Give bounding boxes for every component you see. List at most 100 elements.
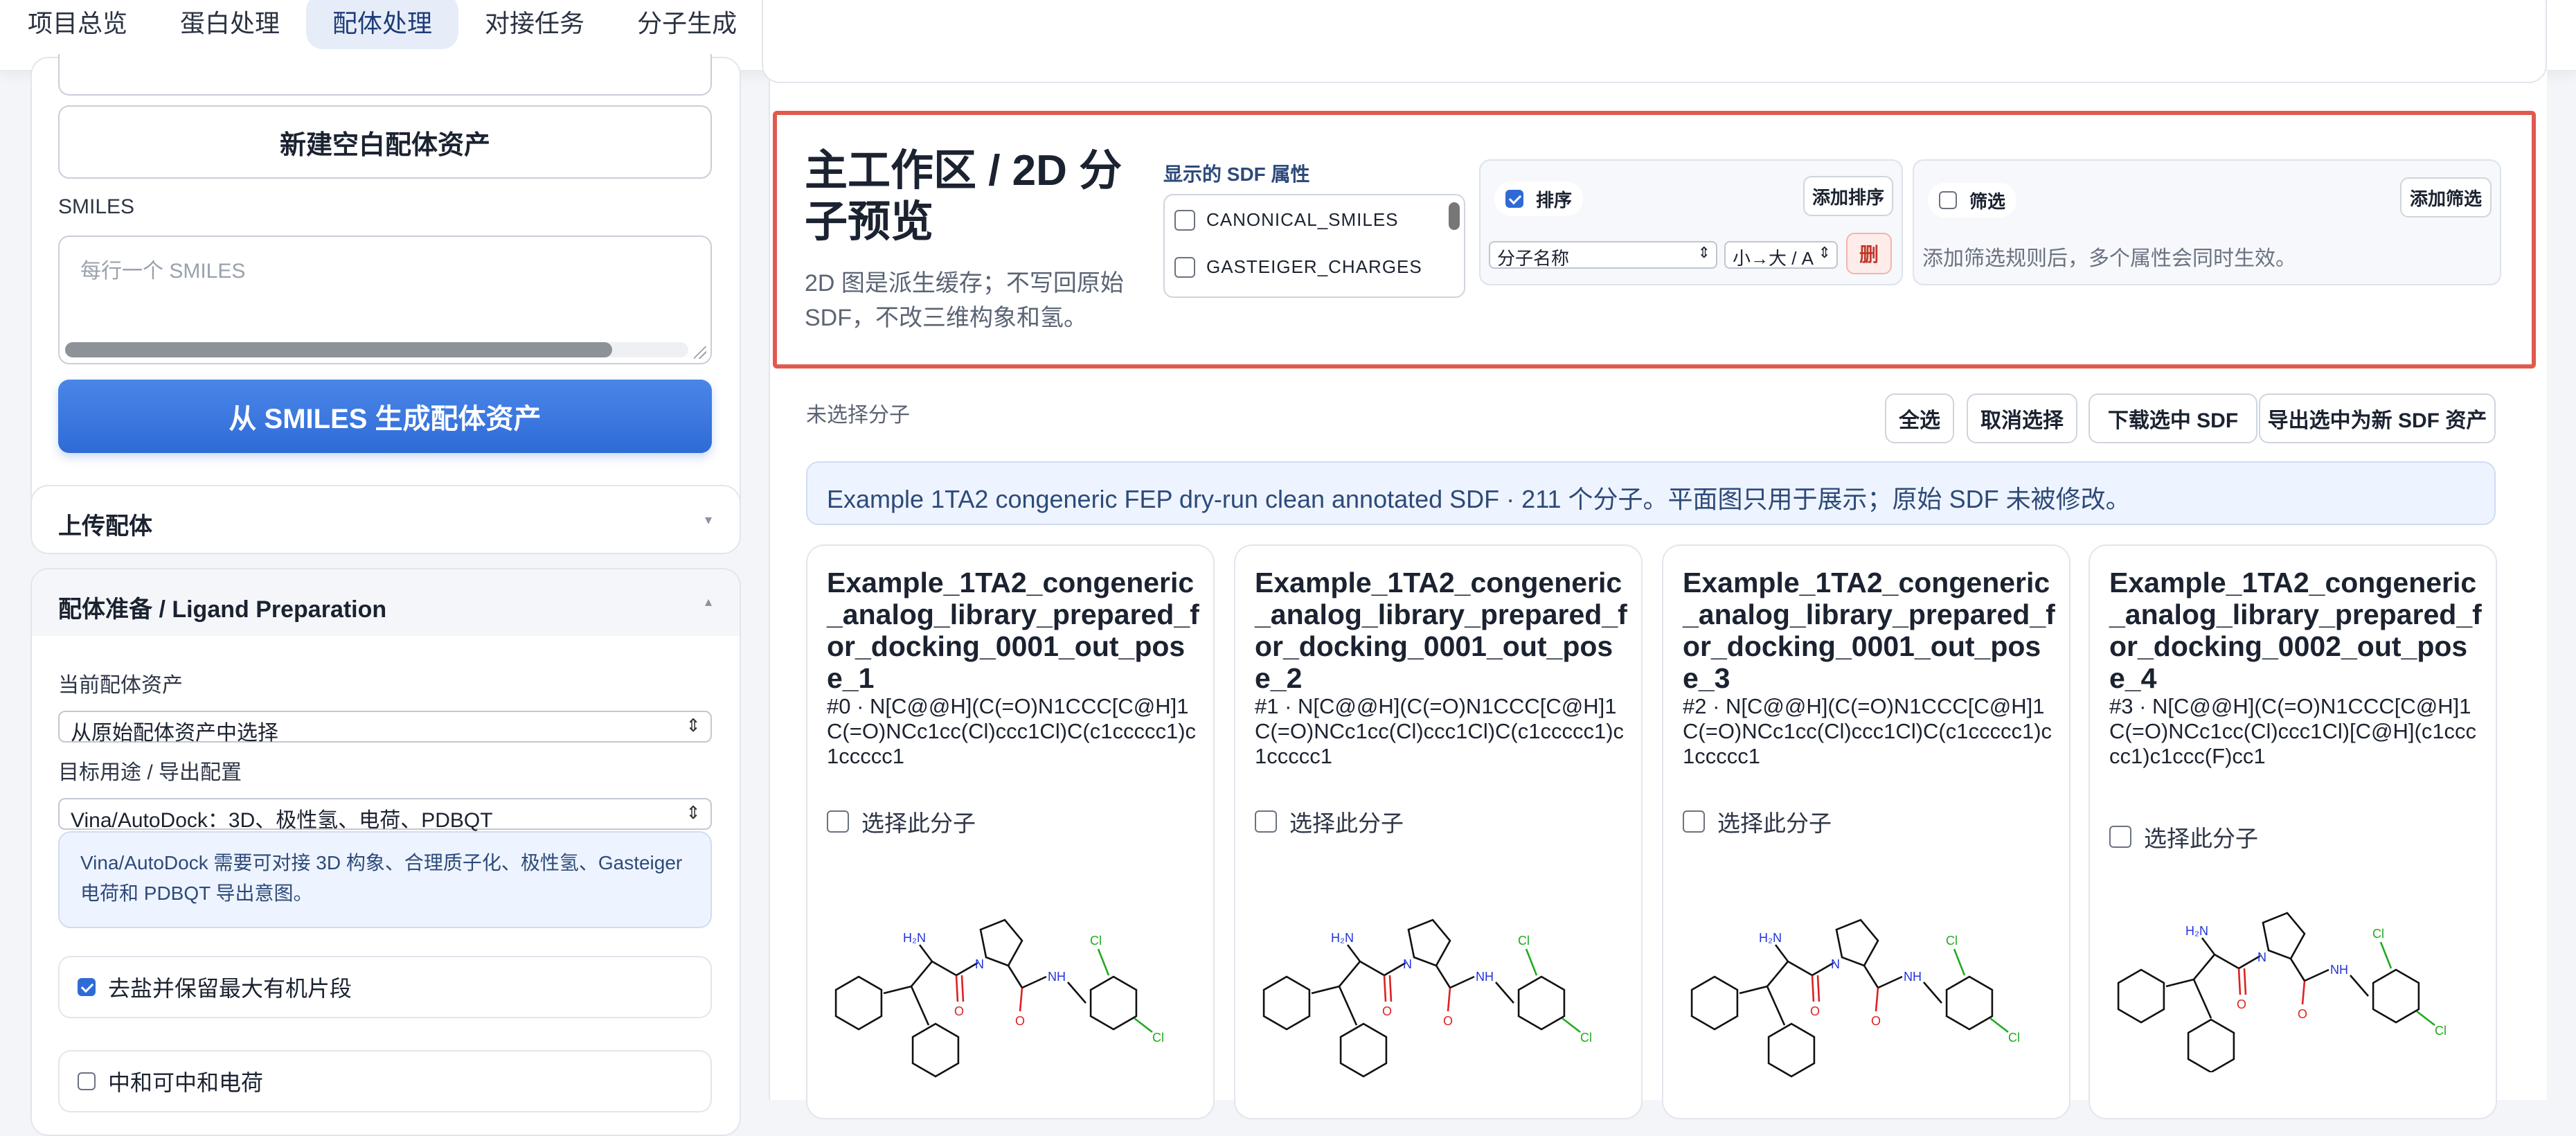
chlorine-label: Cl <box>2435 1024 2447 1038</box>
molecule-card[interactable]: Example_1TA2_congeneric_analog_library_p… <box>1234 544 1643 1119</box>
oxygen-label: O <box>1015 1014 1025 1028</box>
select-all-button[interactable]: 全选 <box>1885 393 1954 443</box>
workspace-header: 主工作区 / 2D 分子预览 2D 图是派生缓存；不写回原始 SDF，不改三维构… <box>773 111 2536 369</box>
oxygen-label: O <box>1443 1014 1453 1028</box>
current-asset-select[interactable]: 从原始配体资产中选择 ⇕ <box>58 711 712 745</box>
target-info-box: Vina/AutoDock 需要可对接 3D 构象、合理质子化、极性氢、Gast… <box>58 831 712 928</box>
export-selected-button[interactable]: 导出选中为新 SDF 资产 <box>2259 393 2496 443</box>
chlorine-label: Cl <box>2008 1031 2020 1045</box>
amine-label: H₂N <box>903 931 926 945</box>
molecule-name: Example_1TA2_congeneric_analog_library_p… <box>827 567 1199 694</box>
filter-hint: 添加筛选规则后，多个属性会同时生效。 <box>1922 247 2296 270</box>
amide-nh-label: NH <box>1048 970 1066 984</box>
tab-0[interactable]: 项目总览 <box>0 0 154 49</box>
molecule-smiles: #3 · N[C@@H](C(=O)N1CCC[C@H]1C(=O)NCc1cc… <box>2109 694 2477 768</box>
tab-1[interactable]: 蛋白处理 <box>154 0 306 49</box>
molecule-smiles: #1 · N[C@@H](C(=O)N1CCC[C@H]1C(=O)NCc1cc… <box>1255 694 1625 768</box>
desalt-label: 去盐并保留最大有机片段 <box>108 976 352 1001</box>
target-usage-select[interactable]: Vina/AutoDock：3D、极性氢、电荷、PDBQT ⇕ <box>58 798 712 832</box>
amine-label: H₂N <box>2185 924 2208 938</box>
previous-field[interactable] <box>58 54 712 96</box>
new-blank-asset-button[interactable]: 新建空白配体资产 <box>58 105 712 179</box>
select-molecule-checkbox[interactable]: 选择此分子 <box>827 805 976 838</box>
smiles-input[interactable]: 每行一个 SMILES <box>58 236 712 364</box>
amide-nh-label: NH <box>1904 970 1922 984</box>
molecule-structure-image: H₂N O N O NH Cl Cl <box>1242 899 1637 1079</box>
smiles-card: 新建空白配体资产 SMILES 每行一个 SMILES 从 SMILES 生成配… <box>30 54 741 542</box>
upload-ligand-section[interactable]: 上传配体 ▾ <box>30 485 741 554</box>
add-sort-button[interactable]: 添加排序 <box>1803 176 1893 216</box>
deselect-button[interactable]: 取消选择 <box>1967 393 2077 443</box>
add-filter-button[interactable]: 添加筛选 <box>2400 177 2492 218</box>
resize-handle[interactable] <box>694 346 706 359</box>
molecule-smiles: #2 · N[C@@H](C(=O)N1CCC[C@H]1C(=O)NCc1cc… <box>1683 694 2052 768</box>
sdf-props-label: 显示的 SDF 属性 <box>1163 163 1310 185</box>
tab-3[interactable]: 对接任务 <box>458 0 611 49</box>
molecule-smiles: #0 · N[C@@H](C(=O)N1CCC[C@H]1C(=O)NCc1cc… <box>827 694 1197 768</box>
molecule-structure-image: H₂NONONHClClF <box>2097 892 2492 1086</box>
sort-toggle[interactable]: 排序 <box>1494 181 1584 216</box>
nitrogen-label: N <box>975 957 984 971</box>
neutralize-label: 中和可中和电荷 <box>108 1070 264 1095</box>
ligand-prep-section: 配体准备 / Ligand Preparation ▴ 当前配体资产 从原始配体… <box>30 568 741 1136</box>
delete-sort-button[interactable]: 删 <box>1846 233 1892 274</box>
nitrogen-label: N <box>1403 957 1412 971</box>
nitrogen-label: N <box>1831 957 1840 971</box>
smiles-label: SMILES <box>58 195 135 218</box>
sort-field-select[interactable]: 分子名称 ⇕ <box>1489 241 1717 269</box>
sort-order-select[interactable]: 小→大 / A ⇕ <box>1724 241 1838 269</box>
molecule-card[interactable]: Example_1TA2_congeneric_analog_library_p… <box>1662 544 2070 1119</box>
select-molecule-checkbox[interactable]: 选择此分子 <box>1683 805 1832 838</box>
desalt-checkbox[interactable] <box>78 978 96 996</box>
molecule-name: Example_1TA2_congeneric_analog_library_p… <box>1683 567 2055 694</box>
chlorine-label: Cl <box>1946 934 1958 948</box>
chlorine-label: Cl <box>2372 927 2384 941</box>
target-usage-label: 目标用途 / 导出配置 <box>58 761 242 784</box>
prep-section-title: 配体准备 / Ligand Preparation <box>58 596 387 623</box>
neutralize-checkbox[interactable] <box>78 1072 96 1090</box>
main-top-strip <box>762 0 2547 83</box>
tab-4[interactable]: 分子生成 <box>611 0 763 49</box>
oxygen-label: O <box>1810 1004 1820 1018</box>
dataset-banner: Example 1TA2 congeneric FEP dry-run clea… <box>806 461 2496 525</box>
smiles-scrollbar[interactable] <box>65 342 688 357</box>
molecule-card[interactable]: Example_1TA2_congeneric_analog_library_p… <box>806 544 1215 1119</box>
desalt-option[interactable]: 去盐并保留最大有机片段 <box>58 956 712 1018</box>
filter-toggle[interactable]: 筛选 <box>1928 183 2017 218</box>
chevron-down-icon: ▾ <box>704 513 712 528</box>
sdf-prop-item[interactable]: CANONICAL_SMILES <box>1174 209 1399 231</box>
molecule-structure-image: H₂N O N O NH Cl Cl <box>1670 899 2065 1079</box>
oxygen-label: O <box>2298 1007 2307 1021</box>
sdf-prop-item[interactable]: GASTEIGER_CHARGES <box>1174 256 1422 278</box>
neutralize-option[interactable]: 中和可中和电荷 <box>58 1050 712 1112</box>
sort-panel: 排序 添加排序 分子名称 ⇕ 小→大 / A ⇕ 删 <box>1479 159 1903 285</box>
filter-panel: 筛选 添加筛选 添加筛选规则后，多个属性会同时生效。 <box>1913 159 2501 285</box>
tab-2[interactable]: 配体处理 <box>306 0 459 49</box>
select-molecule-checkbox[interactable]: 选择此分子 <box>1255 805 1404 838</box>
molecule-card[interactable]: Example_1TA2_congeneric_analog_library_p… <box>2088 544 2497 1119</box>
molecule-name: Example_1TA2_congeneric_analog_library_p… <box>2109 567 2482 694</box>
oxygen-label: O <box>954 1004 964 1018</box>
oxygen-label: O <box>2237 997 2246 1011</box>
sdf-props-list[interactable]: CANONICAL_SMILES GASTEIGER_CHARGES <box>1163 194 1465 298</box>
amine-label: H₂N <box>1331 931 1354 945</box>
nitrogen-label: N <box>2257 950 2266 964</box>
select-molecule-checkbox[interactable]: 选择此分子 <box>2109 820 2258 853</box>
smiles-placeholder: 每行一个 SMILES <box>80 260 246 283</box>
download-selected-button[interactable]: 下载选中 SDF <box>2088 393 2257 443</box>
generate-from-smiles-button[interactable]: 从 SMILES 生成配体资产 <box>58 380 712 453</box>
sdf-list-scrollbar[interactable] <box>1449 202 1460 230</box>
amine-label: H₂N <box>1759 931 1782 945</box>
chlorine-label: Cl <box>1580 1031 1592 1045</box>
chlorine-label: Cl <box>1518 934 1530 948</box>
ligand-sidebar: 新建空白配体资产 SMILES 每行一个 SMILES 从 SMILES 生成配… <box>30 54 741 1136</box>
amide-nh-label: NH <box>1476 970 1494 984</box>
molecule-name: Example_1TA2_congeneric_analog_library_p… <box>1255 567 1627 694</box>
molecule-structure-image: H₂N O N O NH Cl Cl <box>814 899 1209 1079</box>
chevron-up-icon: ▴ <box>704 594 712 610</box>
oxygen-label: O <box>1871 1014 1881 1028</box>
workspace-description: 2D 图是派生缓存；不写回原始 SDF，不改三维构象和氢。 <box>805 270 1124 331</box>
selection-status: 未选择分子 <box>806 404 910 427</box>
oxygen-label: O <box>1382 1004 1392 1018</box>
upload-section-title: 上传配体 <box>58 513 152 540</box>
